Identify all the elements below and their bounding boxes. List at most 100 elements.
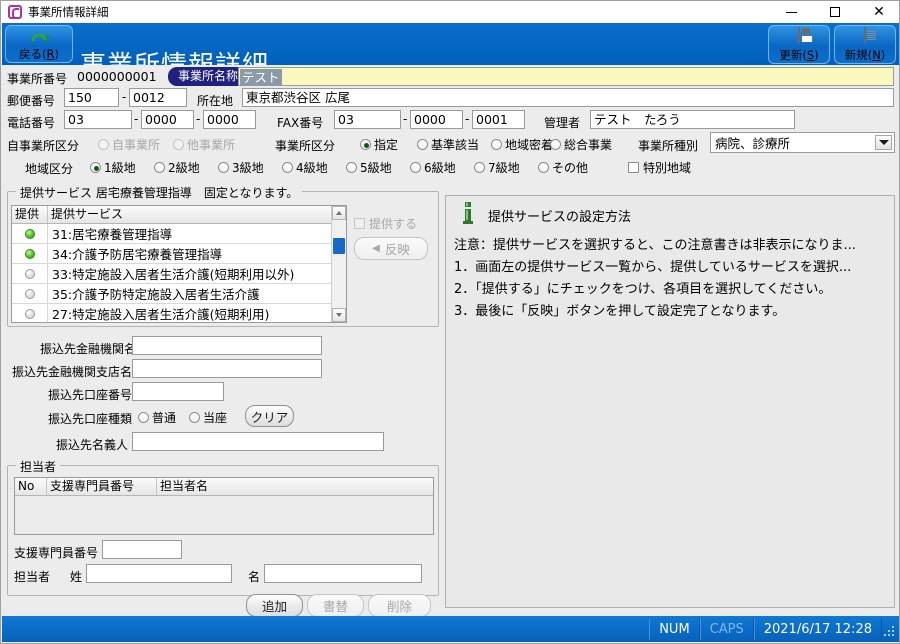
table-row[interactable]: 33:特定施設入居者生活介護(短期利用以外) xyxy=(12,264,346,284)
scroll-down-icon[interactable] xyxy=(332,308,346,322)
status-bar: NUM CAPS 2021/6/17 12:28 xyxy=(2,616,900,642)
os-window-title: 事業所情報詳細 xyxy=(28,4,109,20)
radio-dot-icon xyxy=(474,162,485,173)
branch-name-input[interactable] xyxy=(132,359,322,378)
radio-area-6[interactable]: 6級地 xyxy=(410,159,456,176)
office-name-value: テスト xyxy=(240,69,282,86)
radio-own-office-label: 自事業所 xyxy=(112,136,160,153)
radio-standard-applicable[interactable]: 基準該当 xyxy=(417,136,479,153)
account-holder-label: 振込先名義人 xyxy=(56,436,128,453)
branch-name-label: 振込先金融機関支店名 xyxy=(12,363,132,380)
tel-2-input[interactable]: 0000 xyxy=(141,110,194,129)
radio-other-office-label: 他事業所 xyxy=(187,136,235,153)
note-heading: 提供サービスの設定方法 xyxy=(488,206,631,225)
table-row[interactable]: 35:介護予防特定施設入居者生活介護 xyxy=(12,284,346,304)
service-list[interactable]: 提供 提供サービス 31:居宅療養管理指導 34:介護予防居宅療養管理指導 33… xyxy=(11,205,347,323)
postal-code-2-input[interactable]: 0012 xyxy=(129,88,187,107)
account-holder-input[interactable] xyxy=(132,432,384,451)
radio-area-other[interactable]: その他 xyxy=(538,159,588,176)
radio-community-based[interactable]: 地域密着 xyxy=(491,136,553,153)
clear-button-label: クリア xyxy=(251,407,289,426)
back-button-label: 戻る(R) xyxy=(19,48,59,61)
last-name-input[interactable] xyxy=(86,564,232,583)
scrollbar-thumb[interactable] xyxy=(333,238,345,254)
provide-service-checkbox[interactable]: 提供する xyxy=(354,215,417,232)
service-list-scrollbar[interactable] xyxy=(331,206,346,322)
chevron-down-icon[interactable] xyxy=(875,135,892,150)
radio-current-account[interactable]: 当座 xyxy=(189,409,227,426)
resize-grip-icon[interactable] xyxy=(884,622,898,636)
tel-1-input[interactable]: 03 xyxy=(64,110,132,129)
apply-button-label: 反映 xyxy=(385,239,410,258)
maximize-button[interactable] xyxy=(813,1,857,23)
rewrite-button[interactable]: 書替 xyxy=(307,594,364,617)
staff-col-no: No xyxy=(15,478,47,495)
care-mgr-no-input[interactable] xyxy=(102,540,182,559)
staff-group-title: 担当者 xyxy=(16,458,60,475)
special-area-label: 特別地域 xyxy=(643,159,691,176)
table-row[interactable]: 27:特定施設入居者生活介護(短期利用) xyxy=(12,304,346,323)
radio-area-4[interactable]: 4級地 xyxy=(282,159,328,176)
add-button[interactable]: 追加 xyxy=(246,594,303,617)
radio-designated-label: 指定 xyxy=(374,136,398,153)
back-button[interactable]: 戻る(R) xyxy=(5,25,73,63)
radio-area-7[interactable]: 7級地 xyxy=(474,159,520,176)
bank-name-input[interactable] xyxy=(132,336,322,355)
table-row[interactable]: 34:介護予防居宅療養管理指導 xyxy=(12,244,346,264)
radio-comprehensive[interactable]: 総合事業 xyxy=(550,136,612,153)
back-arrow-icon xyxy=(29,28,49,42)
radio-own-office[interactable]: 自事業所 xyxy=(98,136,160,153)
new-button[interactable]: 新規(N) xyxy=(834,25,896,64)
radio-area-5[interactable]: 5級地 xyxy=(346,159,392,176)
apply-button[interactable]: ◀ 反映 xyxy=(354,237,428,260)
tel-3-input[interactable]: 0000 xyxy=(203,110,256,129)
radio-ordinary-account[interactable]: 普通 xyxy=(138,409,176,426)
address-input[interactable]: 東京都渋谷区 広尾 xyxy=(242,88,894,107)
delete-button[interactable]: 削除 xyxy=(368,594,431,617)
first-name-input[interactable] xyxy=(264,564,422,583)
postal-code-1-input[interactable]: 150 xyxy=(64,88,119,107)
fax-3-input[interactable]: 0001 xyxy=(472,110,525,129)
radio-dot-icon xyxy=(417,139,428,150)
special-area-checkbox[interactable]: 特別地域 xyxy=(628,159,691,176)
service-col-name: 提供サービス xyxy=(48,206,332,223)
service-group-title: 提供サービス 居宅療養管理指導 固定となります。 xyxy=(16,184,302,201)
radio-area-1[interactable]: 1級地 xyxy=(90,159,136,176)
staff-list[interactable]: No 支援専門員番号 担当者名 xyxy=(14,477,434,535)
radio-comprehensive-label: 総合事業 xyxy=(564,136,612,153)
area-div-label: 地域区分 xyxy=(25,160,73,177)
table-row[interactable]: 31:居宅療養管理指導 xyxy=(12,224,346,244)
radio-designated[interactable]: 指定 xyxy=(360,136,398,153)
office-name-input[interactable]: テスト xyxy=(238,67,894,86)
update-button[interactable]: 更新(S) xyxy=(768,25,830,64)
fax-2-input[interactable]: 0000 xyxy=(410,110,463,129)
close-icon: ✕ xyxy=(873,5,885,19)
clear-button[interactable]: クリア xyxy=(245,405,294,427)
document-icon xyxy=(864,28,866,42)
office-type-label: 事業所種別 xyxy=(638,137,698,154)
radio-dot-icon xyxy=(538,162,549,173)
service-name: 31:居宅療養管理指導 xyxy=(48,224,332,243)
radio-area-3[interactable]: 3級地 xyxy=(218,159,264,176)
scroll-up-icon[interactable] xyxy=(332,206,346,220)
status-indicator-icon xyxy=(25,289,35,299)
radio-community-based-label: 地域密着 xyxy=(505,136,553,153)
app-logo-icon xyxy=(8,5,22,19)
manager-input[interactable]: テスト たろう xyxy=(590,110,795,129)
status-caps: CAPS xyxy=(700,618,754,640)
account-no-input[interactable] xyxy=(132,382,224,401)
radio-area-2[interactable]: 2級地 xyxy=(154,159,200,176)
service-name: 34:介護予防居宅療養管理指導 xyxy=(48,244,332,263)
radio-area-4-label: 4級地 xyxy=(296,159,328,176)
radio-dot-icon xyxy=(138,412,149,423)
radio-other-office[interactable]: 他事業所 xyxy=(173,136,235,153)
radio-dot-icon xyxy=(410,162,421,173)
staff-col-name: 担当者名 xyxy=(157,478,433,495)
close-button[interactable]: ✕ xyxy=(857,1,900,23)
office-type-select[interactable]: 病院、診療所 xyxy=(710,132,895,153)
radio-area-2-label: 2級地 xyxy=(168,159,200,176)
minimize-button[interactable] xyxy=(769,1,813,23)
radio-area-6-label: 6級地 xyxy=(424,159,456,176)
fax-1-input[interactable]: 03 xyxy=(334,110,401,129)
app-header: 戻る(R) 事業所情報詳細 更新(S) 新規(N) xyxy=(2,23,900,65)
